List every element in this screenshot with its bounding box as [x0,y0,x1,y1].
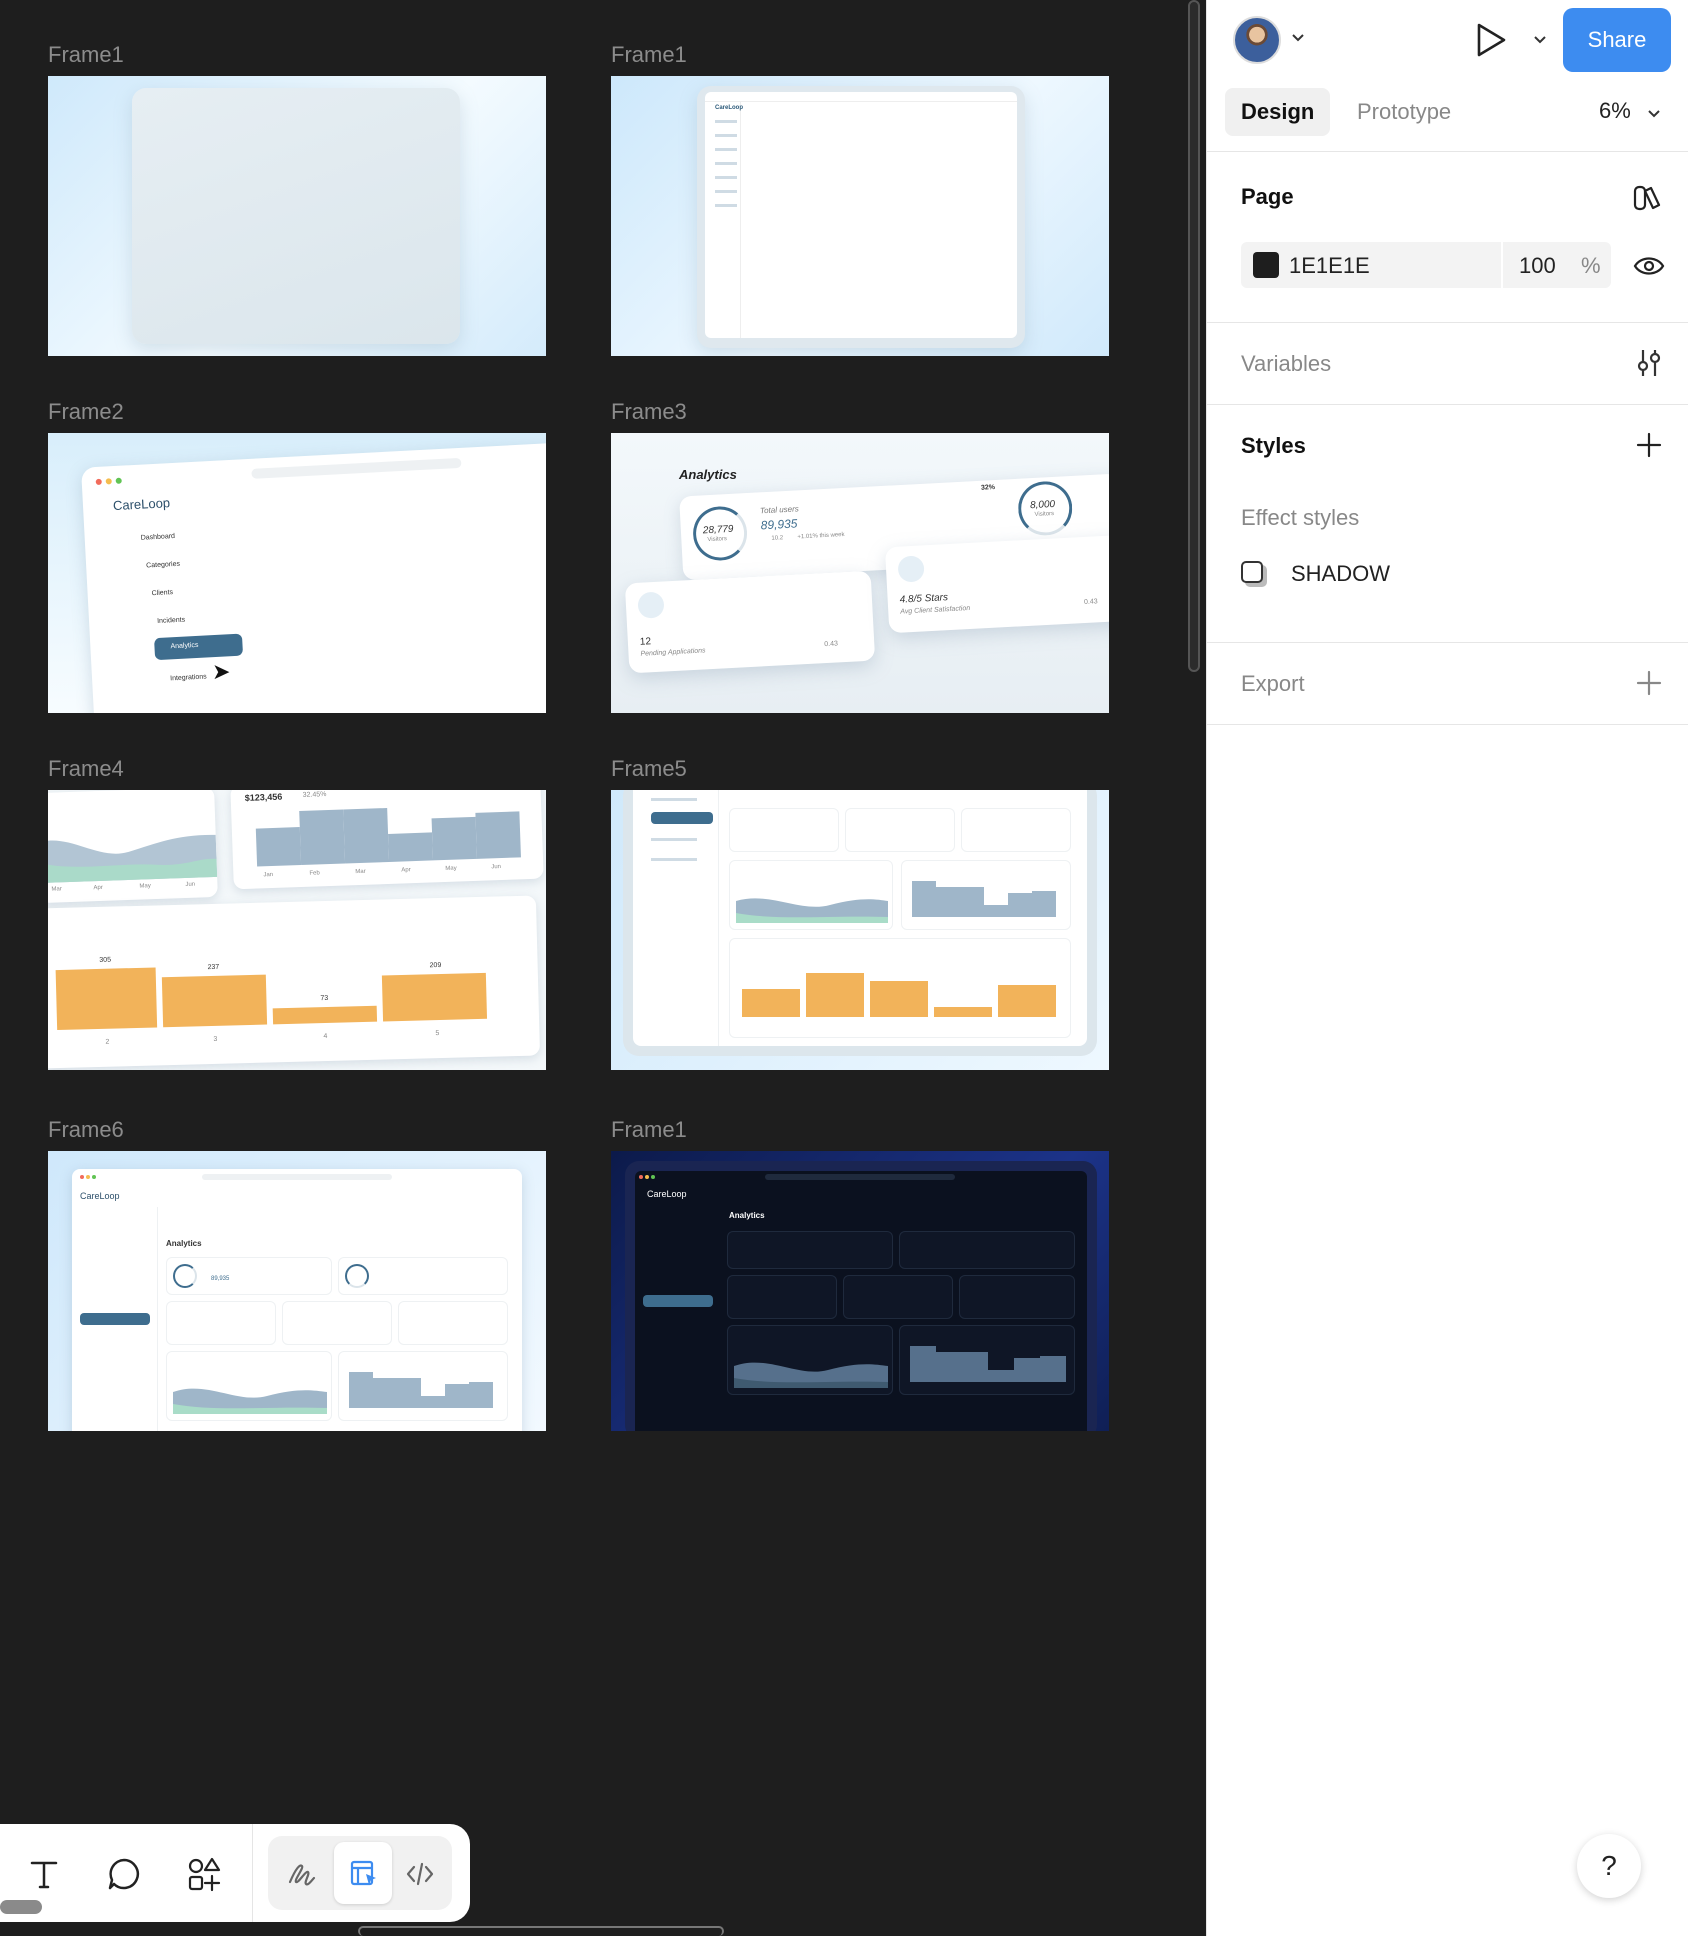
nav-item: Clients [151,589,174,598]
design-mode-button[interactable] [334,1842,392,1904]
browser-window: CareLoop Analytics 89,935 [72,1169,522,1431]
add-export-icon[interactable] [1631,665,1667,701]
add-style-icon[interactable] [1631,427,1667,463]
page-section-title: Page [1241,184,1294,209]
zoom-level[interactable]: 6% [1599,98,1631,124]
home-indicator [358,1926,724,1936]
device-mockup [132,88,460,344]
export-title[interactable]: Export [1241,671,1305,697]
page-color-hex[interactable]: 1E1E1E [1289,253,1370,279]
mode-switcher [268,1836,452,1910]
tab-design[interactable]: Design [1225,88,1331,136]
pending-card: 12 Pending Applications 0.43 [624,570,876,674]
effect-style-item[interactable]: SHADOW [1241,555,1661,595]
opacity-value[interactable]: 100 [1519,253,1556,279]
shapes-tool-icon[interactable] [184,1854,224,1894]
eye-icon[interactable] [1631,248,1667,284]
frame-thumbnail-frame1[interactable] [48,76,546,356]
opacity-unit: % [1581,253,1601,278]
variables-section[interactable]: Variables [1207,323,1688,405]
frame-thumbnail-frame6[interactable]: CareLoop Analytics 89,935 [48,1151,546,1431]
styles-title: Styles [1241,433,1306,458]
design-mode-icon [344,1854,384,1894]
present-play-icon[interactable] [1469,18,1513,62]
variables-settings-icon[interactable] [1631,345,1667,381]
device-mockup [623,790,1097,1056]
chevron-down-icon[interactable] [1291,30,1305,48]
nav-item: Dashboard [140,532,176,542]
brand-logo: CareLoop [80,1191,120,1201]
canvas[interactable]: Frame1 Frame1 CareLoop Frame2 CareLoop D… [0,0,1206,1936]
share-button[interactable]: Share [1563,8,1671,72]
page-library-icon[interactable] [1629,180,1665,216]
frame-thumbnail-frame4[interactable]: Mar Apr May Jun $123,456 32.45% Jan Feb … [48,790,546,1070]
variables-title[interactable]: Variables [1241,351,1331,377]
page-section: Page 1E1E1E 100 % [1207,152,1688,323]
chevron-down-icon[interactable] [1647,106,1661,124]
analytics-title: Analytics [679,467,737,482]
styles-section: Styles Effect styles SHADOW [1207,405,1688,643]
cursor-icon: ➤ [212,659,231,684]
avatar[interactable] [1233,16,1281,64]
device-mockup: CareLoop Analytics [625,1161,1097,1431]
frame-thumbnail-frame3[interactable]: Analytics 28,779 Visitors Total users 89… [611,433,1109,713]
frame-label[interactable]: Frame1 [611,1117,687,1143]
brand-logo: CareLoop [647,1189,687,1199]
frame-label[interactable]: Frame4 [48,756,124,782]
vertical-scrollbar[interactable] [1188,0,1200,672]
brand-logo: CareLoop [112,495,171,514]
orange-bar-chart-card: 305 237 73 209 2 3 4 5 [48,895,541,1069]
page-color-field[interactable]: 1E1E1E [1241,242,1501,288]
frame-label[interactable]: Frame1 [611,42,687,68]
frame-thumbnail-frame1-b[interactable]: CareLoop [611,76,1109,356]
nav-item: Categories [146,560,181,570]
nav-item-active: Analytics [154,633,244,661]
frame-label[interactable]: Frame1 [48,42,124,68]
effect-styles-title: Effect styles [1241,505,1360,530]
draw-mode-icon[interactable] [282,1854,322,1894]
browser-window: CareLoop Dashboard Categories Clients In… [81,442,546,713]
comment-tool-icon[interactable] [104,1854,144,1894]
chevron-down-icon[interactable] [1533,32,1547,50]
nav-item: Incidents [156,616,186,625]
horizontal-scrollbar[interactable] [0,1900,42,1914]
panel-header: Share Design Prototype 6% [1207,0,1688,152]
stars-card: 4.8/5 Stars Avg Client Satisfaction 0.43 [884,534,1109,634]
frame-thumbnail-frame1-dark[interactable]: CareLoop Analytics [611,1151,1109,1431]
color-swatch[interactable] [1253,252,1279,278]
bottom-toolbar [0,1824,470,1922]
brand-logo: CareLoop [715,105,744,111]
frame-label[interactable]: Frame5 [611,756,687,782]
frame-label[interactable]: Frame2 [48,399,124,425]
frame-thumbnail-frame5[interactable] [611,790,1109,1070]
tab-prototype[interactable]: Prototype [1341,88,1467,136]
text-tool-icon[interactable] [24,1854,64,1894]
shadow-style-icon [1241,561,1267,587]
area-chart-card: Mar Apr May Jun [48,790,218,904]
nav-item: Integrations [169,673,207,683]
device-mockup: CareLoop [697,86,1025,348]
help-button[interactable]: ? [1577,1834,1641,1898]
bar-chart-card: $123,456 32.45% Jan Feb Mar Apr May Jun [230,790,544,890]
properties-panel: Share Design Prototype 6% Page 1E1E1E 10… [1206,0,1688,1936]
frame-thumbnail-frame2[interactable]: CareLoop Dashboard Categories Clients In… [48,433,546,713]
page-opacity-field[interactable]: 100 % [1503,242,1611,288]
dev-mode-icon[interactable] [400,1854,440,1894]
frame-label[interactable]: Frame6 [48,1117,124,1143]
effect-style-name: SHADOW [1291,561,1390,586]
export-section[interactable]: Export [1207,643,1688,725]
frame-label[interactable]: Frame3 [611,399,687,425]
